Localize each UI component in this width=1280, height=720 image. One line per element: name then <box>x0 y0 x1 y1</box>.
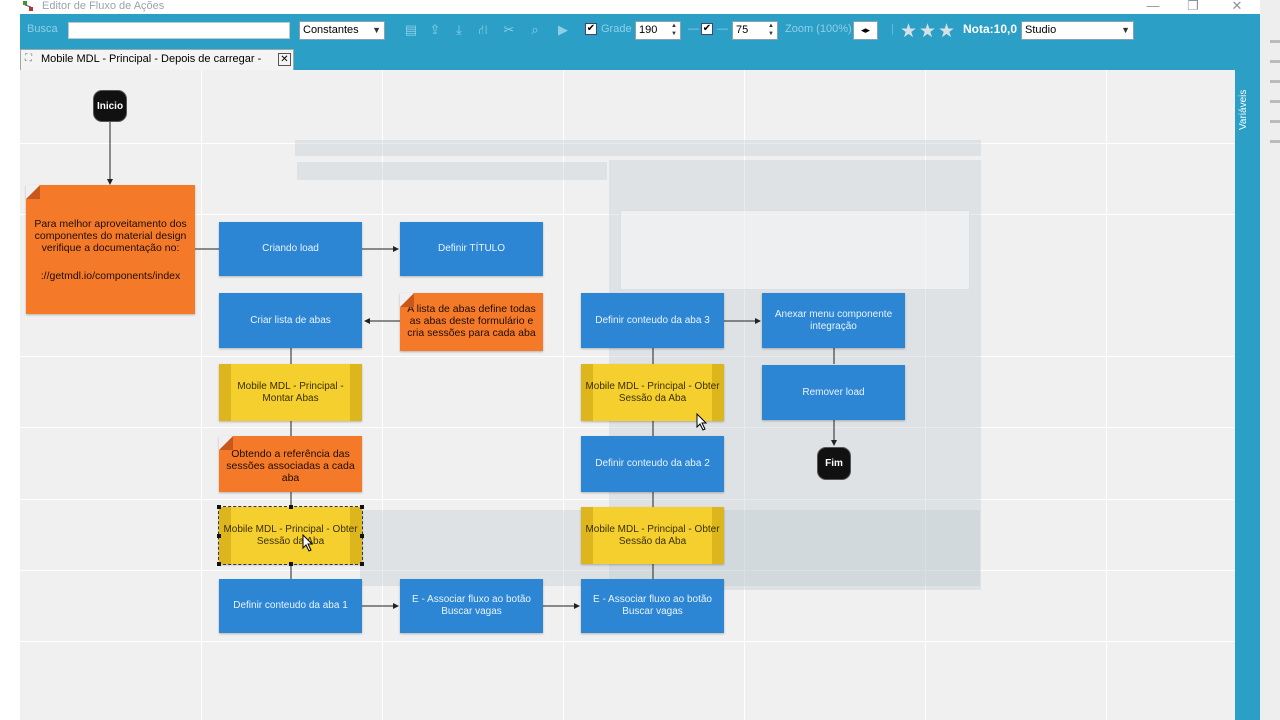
constants-select-value: Constantes <box>303 24 359 36</box>
snap-size-stepper[interactable]: 75 ▲ ▼ <box>732 21 778 40</box>
selection-handle[interactable] <box>289 562 293 566</box>
separator-dash: — <box>688 23 699 35</box>
action-definir-aba-1[interactable]: Definir conteudo da aba 1 <box>219 579 362 633</box>
documentation-note-link[interactable]: ://getmdl.io/components/index <box>41 270 181 282</box>
subflow-obter-sessao-1[interactable]: Mobile MDL - Principal - Obter Sessão da… <box>218 506 363 565</box>
mouse-cursor-icon <box>696 413 708 431</box>
selection-handle[interactable] <box>289 505 293 509</box>
toolbar-divider: | <box>891 23 894 35</box>
new-file-icon[interactable]: ▤ <box>403 22 419 38</box>
action-associar-fluxo-2[interactable]: E - Associar fluxo ao botão Buscar vagas <box>581 579 724 633</box>
desktop-artifact <box>1270 120 1280 123</box>
scissors-icon[interactable]: ✂ <box>501 22 517 38</box>
mouse-cursor-icon <box>302 534 314 552</box>
abas-note[interactable]: A lista de abas define todas as abas des… <box>400 293 543 351</box>
selection-handle[interactable] <box>360 505 364 509</box>
variables-sidebar-label[interactable]: Variáveis <box>1238 70 1256 130</box>
selection-handle[interactable] <box>360 562 364 566</box>
import-icon[interactable]: ⤓ <box>451 22 467 38</box>
action-definir-aba-3[interactable]: Definir conteudo da aba 3 <box>581 293 724 348</box>
profile-select-value: Studio <box>1025 24 1057 36</box>
desktop-artifact <box>1270 100 1280 103</box>
stepper-arrows-icon[interactable]: ▲ ▼ <box>669 22 679 38</box>
snap-checkbox[interactable]: ✔ <box>701 23 713 35</box>
hierarchy-icon[interactable]: ⛙ <box>475 22 491 38</box>
rating-star-icon[interactable]: ★ <box>938 20 955 43</box>
action-definir-titulo[interactable]: Definir TÍTULO <box>400 222 543 276</box>
desktop-background <box>1260 0 1280 720</box>
documentation-note-text: Para melhor aproveitamento dos component… <box>34 217 187 254</box>
flow-editor-app-icon <box>23 1 33 11</box>
flow-canvas[interactable]: Inicio Para melhor aproveitamento dos co… <box>20 70 1235 720</box>
restore-button[interactable]: ❐ <box>1178 0 1208 14</box>
subflow-obter-sessao-3-label: Mobile MDL - Principal - Obter Sessão da… <box>585 380 720 404</box>
minimize-button[interactable]: — <box>1138 0 1168 13</box>
desktop-artifact <box>1270 140 1280 143</box>
grid-size-stepper[interactable]: 190 ▲ ▼ <box>635 21 681 40</box>
window-titlebar: Editor de Fluxo de Ações — ❐ ✕ <box>0 0 1280 14</box>
rating-star-icon[interactable]: ★ <box>919 20 936 43</box>
selection-handle[interactable] <box>217 562 221 566</box>
variables-sidebar[interactable]: Variáveis <box>1235 70 1260 720</box>
subflow-montar-abas-label: Mobile MDL - Principal - Montar Abas <box>237 380 344 404</box>
documentation-note[interactable]: Para melhor aproveitamento dos component… <box>26 185 195 314</box>
abas-note-text: A lista de abas define todas as abas des… <box>407 303 536 339</box>
desktop-artifact <box>1270 80 1280 83</box>
referencia-note[interactable]: Obtendo a referência das sessões associa… <box>219 436 362 492</box>
action-definir-aba-2[interactable]: Definir conteudo da aba 2 <box>581 436 724 492</box>
subflow-obter-sessao-2-label: Mobile MDL - Principal - Obter Sessão da… <box>585 523 720 547</box>
rating-score: Nota:10,0 <box>963 22 1018 36</box>
run-icon[interactable]: ▶ <box>555 22 571 38</box>
flow-end-node[interactable]: Fim <box>817 447 851 480</box>
close-window-button[interactable]: ✕ <box>1222 0 1252 14</box>
document-tabs: ⛶ Mobile MDL - Principal - Depois de car… <box>20 46 1260 84</box>
chevron-down-icon: ▼ <box>372 25 381 35</box>
selection-handle[interactable] <box>217 505 221 509</box>
note-fold-corner <box>26 185 40 199</box>
export-icon[interactable]: ⇪ <box>427 22 443 38</box>
main-toolbar: Busca Constantes ▼ ▤ ⇪ ⤓ ⛙ ✂ ⌕ ▶ ✔ Grade… <box>20 14 1260 46</box>
action-associar-fluxo-1[interactable]: E - Associar fluxo ao botão Buscar vagas <box>400 579 543 633</box>
note-fold-corner <box>219 436 233 450</box>
constants-select[interactable]: Constantes ▼ <box>299 21 385 40</box>
close-tab-button[interactable]: ✕ <box>278 53 291 66</box>
subflow-obter-sessao-1-label: Mobile MDL - Principal - Obter Sessão da… <box>223 523 358 547</box>
desktop-artifact <box>1270 40 1280 43</box>
grid-size-value: 190 <box>639 24 658 36</box>
grid-label: Grade <box>601 23 632 35</box>
action-criar-lista-abas[interactable]: Criar lista de abas <box>219 293 362 348</box>
zoom-stepper-icon[interactable]: ◂▸ <box>853 21 878 40</box>
profile-select[interactable]: Studio ▼ <box>1021 21 1134 40</box>
note-fold-corner <box>400 293 414 307</box>
action-remover-load[interactable]: Remover load <box>762 365 905 420</box>
selection-handle[interactable] <box>217 534 221 538</box>
stepper-arrows-icon[interactable]: ▲ ▼ <box>766 22 776 38</box>
grid-checkbox[interactable]: ✔ <box>585 23 597 35</box>
subflow-obter-sessao-2[interactable]: Mobile MDL - Principal - Obter Sessão da… <box>581 507 724 564</box>
zoom-label: Zoom (100%) <box>785 23 852 35</box>
selection-handle[interactable] <box>360 534 364 538</box>
action-anexar-menu[interactable]: Anexar menu componente integração <box>762 293 905 348</box>
desktop-artifact <box>1270 60 1280 63</box>
snap-size-value: 75 <box>736 24 749 36</box>
window-title: Editor de Fluxo de Ações <box>42 0 165 12</box>
search-flow-icon[interactable]: ⌕ <box>527 22 543 38</box>
rating-star-icon[interactable]: ★ <box>900 20 917 43</box>
subflow-montar-abas[interactable]: Mobile MDL - Principal - Montar Abas <box>219 364 362 421</box>
action-criando-load[interactable]: Criando load <box>219 222 362 276</box>
search-input[interactable] <box>68 22 290 39</box>
flow-start-node[interactable]: Inicio <box>93 90 127 122</box>
referencia-note-text: Obtendo a referência das sessões associa… <box>226 448 355 484</box>
separator-dash-2: — <box>717 23 728 35</box>
flow-document-icon: ⛶ <box>25 53 32 64</box>
chevron-down-icon: ▼ <box>1121 25 1130 35</box>
search-label: Busca <box>27 23 58 35</box>
tab-flow-document[interactable]: ⛶ Mobile MDL - Principal - Depois de car… <box>20 49 294 84</box>
